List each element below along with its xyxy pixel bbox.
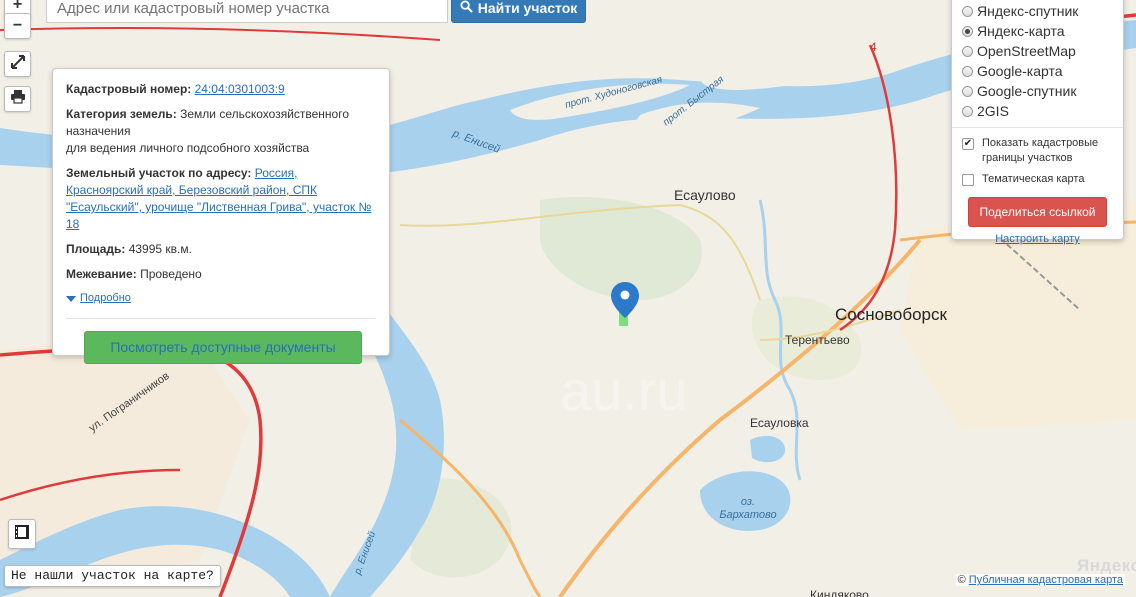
show-borders-checkbox[interactable]: ✔ — [962, 138, 974, 150]
divider — [952, 127, 1123, 128]
area-label: Площадь: — [66, 242, 126, 256]
public-cadastral-map-link[interactable]: Публичная кадастровая карта — [969, 574, 1123, 586]
layer-list: Яндекс-спутник Яндекс-карта OpenStreetMap G… — [962, 1, 1113, 121]
category-label: Категория земель: — [66, 107, 177, 121]
layer-option-label: Яндекс-спутник — [977, 3, 1079, 19]
survey-row: Межевание: Проведено — [66, 266, 376, 283]
configure-map-link[interactable]: Настроить карту — [962, 233, 1113, 245]
fullscreen-icon — [10, 54, 25, 74]
search-input[interactable] — [46, 0, 448, 23]
radio-button[interactable] — [962, 25, 973, 37]
layer-option-label: Яндекс-карта — [977, 23, 1065, 39]
radio-button[interactable] — [962, 85, 973, 97]
thematic-label: Тематическая карта — [982, 173, 1085, 185]
fullscreen-button[interactable] — [4, 51, 31, 77]
layer-option[interactable]: Яндекс-спутник — [962, 1, 1113, 21]
place-label: Есаулово — [674, 187, 736, 203]
thematic-checkbox[interactable] — [962, 174, 974, 186]
copyright-symbol: © — [957, 574, 966, 586]
address-row: Земельный участок по адресу: Россия, Кра… — [66, 165, 376, 233]
lake-label: оз. Бархатово — [719, 496, 777, 521]
lake — [750, 435, 785, 463]
place-label: Терентьево — [785, 333, 850, 347]
film-button[interactable] — [8, 519, 36, 549]
place-label: Киндяково — [810, 588, 869, 597]
map-layers-panel: Яндекс-спутник Яндекс-карта OpenStreetMap G… — [951, 0, 1124, 245]
area-value: 43995 кв.м. — [128, 242, 192, 256]
not-found-button[interactable]: Не нашли участок на карте? — [4, 565, 221, 587]
radio-button[interactable] — [962, 105, 973, 117]
layer-option[interactable]: 2GIS — [962, 101, 1113, 121]
copyright: © Публичная кадастровая карта — [955, 574, 1125, 586]
more-details-link[interactable]: Подробно — [80, 290, 131, 307]
print-button[interactable] — [4, 86, 31, 112]
more-details-toggle[interactable]: Подробно — [66, 290, 376, 307]
search-icon — [460, 0, 473, 16]
layer-option-label: Google-карта — [977, 63, 1063, 79]
layer-option-label: OpenStreetMap — [977, 43, 1076, 59]
find-parcel-button[interactable]: Найти участок — [451, 0, 586, 23]
divider — [66, 318, 376, 319]
place-label: Есауловка — [750, 416, 809, 430]
cadastral-row: Кадастровый номер: 24:04:0301003:9 — [66, 81, 376, 98]
cadastral-label: Кадастровый номер: — [66, 82, 192, 96]
radio-button[interactable] — [962, 65, 973, 77]
layer-option[interactable]: Google-спутник — [962, 81, 1113, 101]
category-extra: для ведения личного подсобного хозяйства — [66, 141, 310, 155]
show-borders-option[interactable]: ✔ Показать кадастровые границы участков — [962, 136, 1113, 166]
watermark: au.ru — [560, 359, 688, 422]
survey-label: Межевание: — [66, 267, 137, 281]
layer-option[interactable]: OpenStreetMap — [962, 41, 1113, 61]
show-borders-label: Показать кадастровые границы участков — [982, 137, 1099, 164]
area-row: Площадь: 43995 кв.м. — [66, 241, 376, 258]
city-label: Сосновоборск — [835, 305, 947, 324]
address-label: Земельный участок по адресу: — [66, 166, 252, 180]
triangle-down-icon — [66, 295, 76, 302]
find-parcel-label: Найти участок — [477, 0, 578, 16]
layer-option[interactable]: Google-карта — [962, 61, 1113, 81]
parcel-info-popup: Кадастровый номер: 24:04:0301003:9 Катег… — [52, 68, 390, 364]
road-number-label: 4 — [870, 40, 877, 54]
layer-option[interactable]: Яндекс-карта — [962, 21, 1113, 41]
survey-value: Проведено — [140, 267, 202, 281]
zoom-out-button[interactable]: − — [4, 13, 31, 39]
radio-button[interactable] — [962, 5, 973, 17]
yandex-logo: Яндекс — [1077, 556, 1136, 575]
layer-option-label: Google-спутник — [977, 83, 1077, 99]
radio-button[interactable] — [962, 45, 973, 57]
film-icon — [14, 524, 30, 545]
layer-option-label: 2GIS — [977, 103, 1009, 119]
share-link-button[interactable]: Поделиться ссылкой — [968, 197, 1107, 227]
printer-icon — [10, 89, 26, 109]
category-row: Категория земель: Земли сельскохозяйстве… — [66, 106, 376, 157]
view-documents-button[interactable]: Посмотреть доступные документы — [84, 331, 362, 364]
thematic-option[interactable]: Тематическая карта — [962, 172, 1113, 187]
cadastral-number-link[interactable]: 24:04:0301003:9 — [195, 82, 285, 96]
